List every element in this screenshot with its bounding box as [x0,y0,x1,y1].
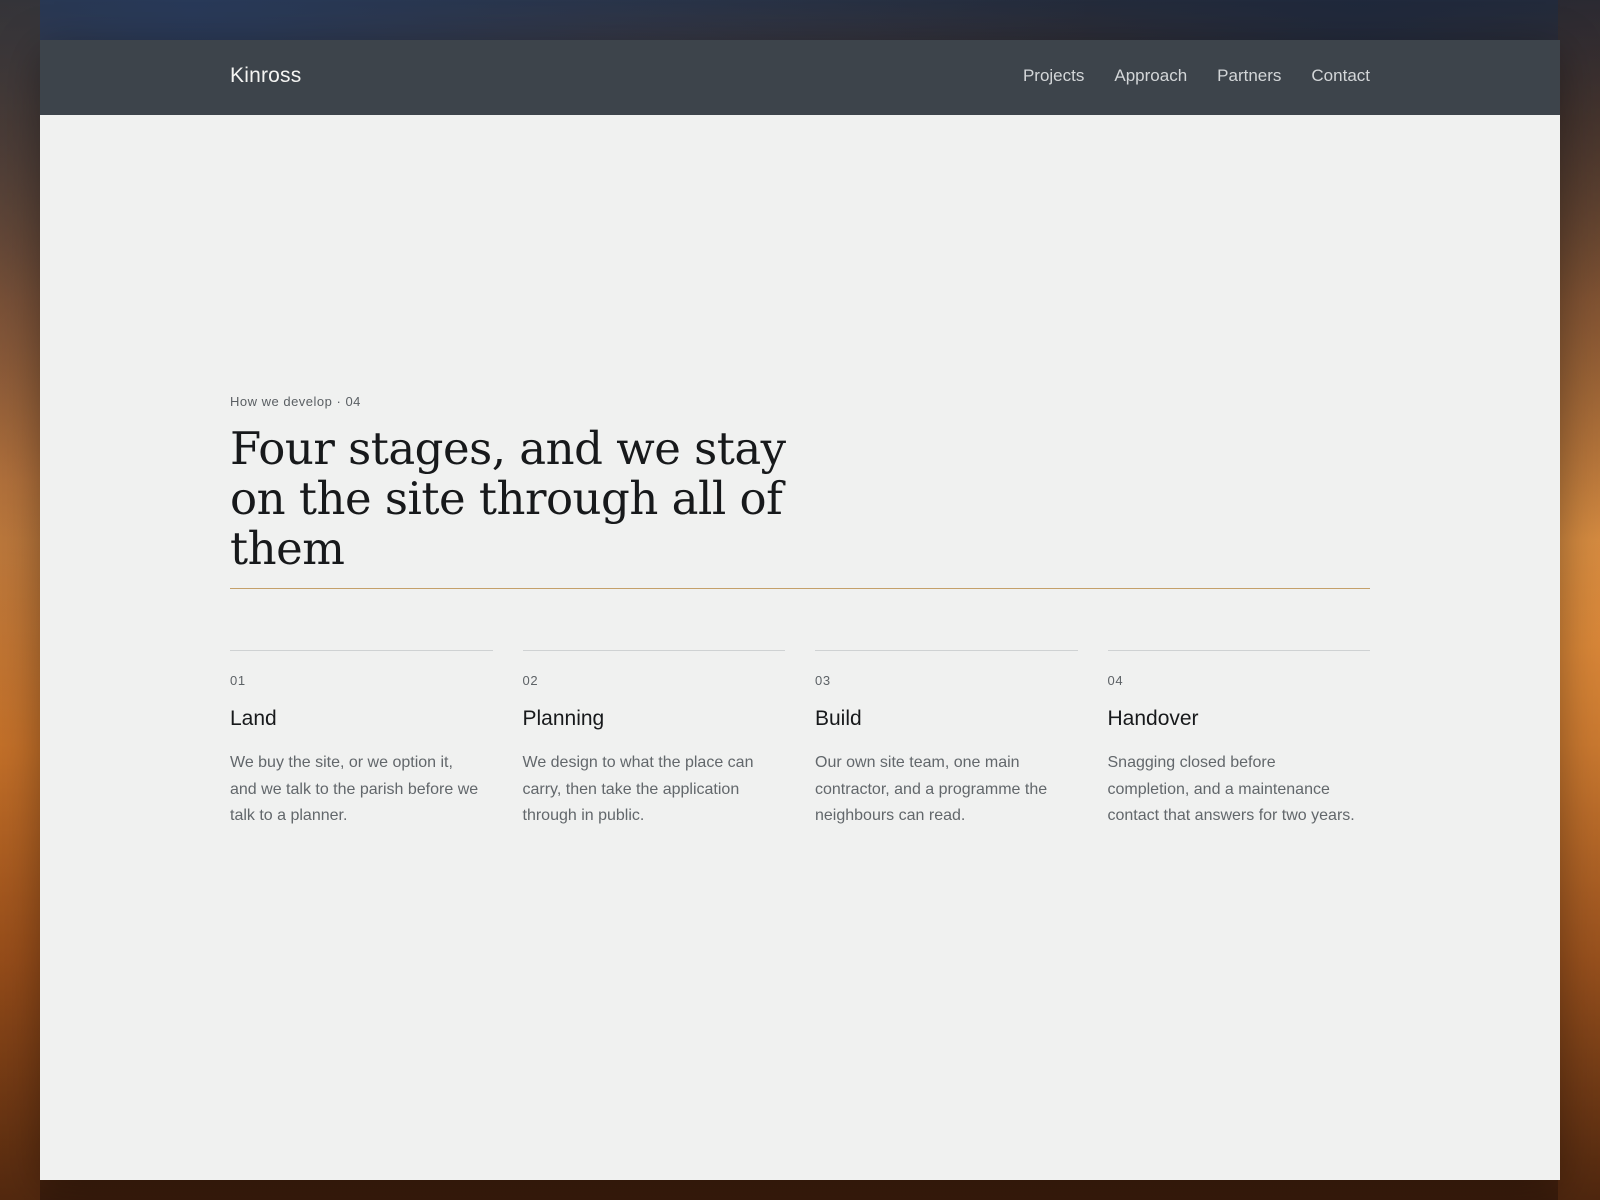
stage-card-build: 03 Build Our own site team, one main con… [815,650,1078,830]
stage-title: Build [815,707,862,730]
stage-description: Snagging closed before completion, and a… [1107,754,1355,824]
site-header: Kinross Projects Approach Partners Conta… [40,40,1560,115]
stage-title: Land [230,707,277,730]
stage-card-handover: 04 Handover Snagging closed before compl… [1107,650,1370,830]
section-eyebrow: How we develop · 04 [230,394,361,409]
stage-number: 03 [815,673,831,688]
nav-link-projects[interactable]: Projects [1023,66,1084,86]
stage-number: 04 [1107,673,1124,688]
brand-logo[interactable]: Kinross [230,64,301,88]
stage-card-planning: 02 Planning We design to what the place … [522,650,785,830]
nav-link-contact[interactable]: Contact [1311,66,1370,86]
stage-description: Our own site team, one main contractor, … [815,754,1048,824]
section-headline: Four stages, and we stay on the site thr… [230,422,786,575]
nav-link-partners[interactable]: Partners [1217,66,1281,86]
stage-number: 01 [230,673,246,688]
stage-title: Planning [522,707,605,730]
stage-card-land: 01 Land We buy the site, or we option it… [230,650,493,830]
main-nav: Projects Approach Partners Contact [1023,66,1370,86]
desktop-backdrop-left [0,0,40,1200]
section-divider [230,588,1370,589]
stage-title: Handover [1107,707,1199,730]
nav-link-approach[interactable]: Approach [1114,66,1187,86]
desktop-backdrop-right [1558,0,1600,1200]
stage-description: We design to what the place can carry, t… [522,754,754,824]
stages-grid: 01 Land We buy the site, or we option it… [230,650,1370,830]
stage-description: We buy the site, or we option it, and we… [230,754,479,824]
stage-number: 02 [522,673,539,688]
browser-window: Kinross Projects Approach Partners Conta… [40,40,1560,1180]
